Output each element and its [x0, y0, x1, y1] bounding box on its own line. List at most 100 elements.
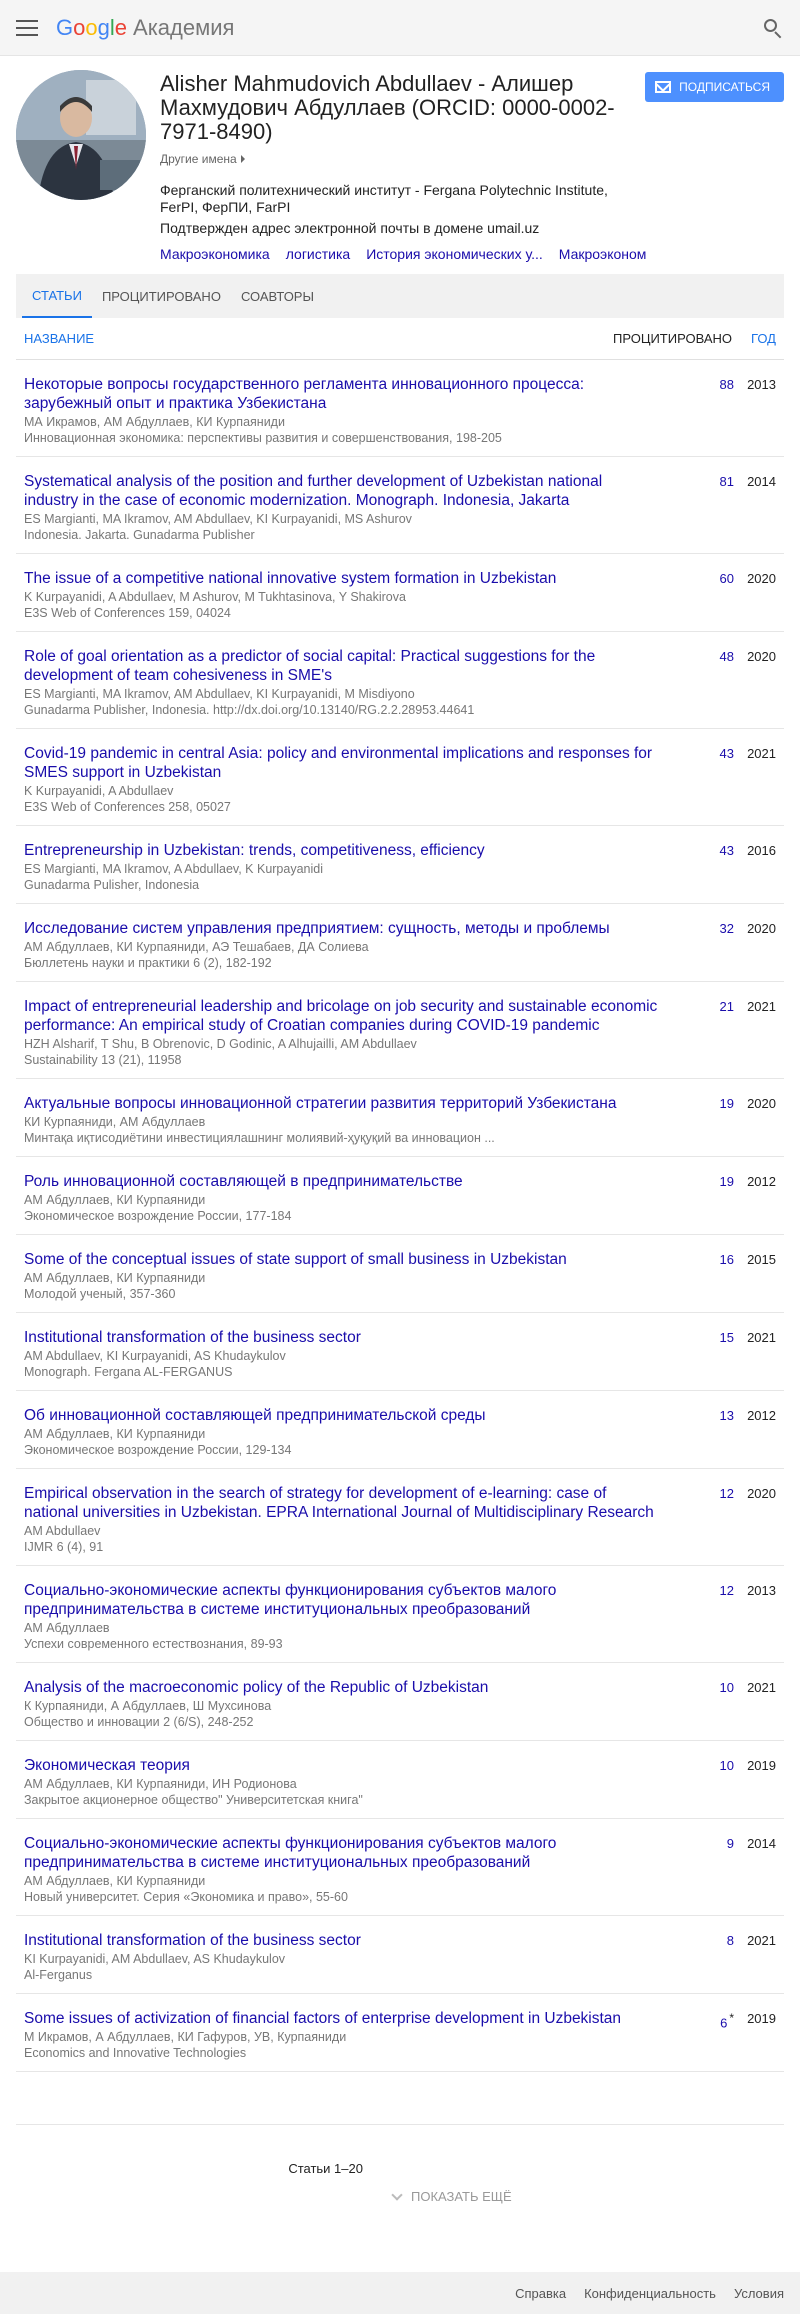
research-interests: Макроэкономика логистика История экономи… [160, 246, 646, 262]
tab-coauthors[interactable]: СОАВТОРЫ [231, 274, 324, 318]
interest-link[interactable]: История экономических у... [366, 246, 543, 262]
cited-by-link[interactable]: 19 [720, 1096, 734, 1111]
articles-table: НАЗВАНИЕ ПРОЦИТИРОВАНО ГОД Некоторые воп… [16, 318, 784, 2072]
article-title-link[interactable]: Some issues of activization of financial… [24, 2009, 660, 2028]
interest-link[interactable]: Макроэконом [559, 246, 647, 262]
sort-by-title[interactable]: НАЗВАНИЕ [16, 331, 602, 346]
table-row: Некоторые вопросы государственного регла… [16, 360, 784, 457]
article-title-link[interactable]: Социально-экономические аспекты функцион… [24, 1834, 660, 1872]
cited-by-link[interactable]: 10 [720, 1680, 734, 1695]
article-cell: Covid-19 pandemic in central Asia: polic… [24, 744, 680, 815]
cited-by-link[interactable]: 81 [720, 474, 734, 489]
article-authors: ES Margianti, MA Ikramov, A Abdullaev, K… [24, 862, 323, 876]
subscribe-button[interactable]: ПОДПИСАТЬСЯ [645, 72, 784, 102]
interest-link[interactable]: Макроэкономика [160, 246, 270, 262]
article-title-link[interactable]: Об инновационной составляющей предприним… [24, 1406, 660, 1425]
table-row: The issue of a competitive national inno… [16, 554, 784, 632]
article-title-link[interactable]: Systematical analysis of the position an… [24, 472, 660, 510]
article-title-link[interactable]: Covid-19 pandemic in central Asia: polic… [24, 744, 660, 782]
menu-icon[interactable] [16, 19, 38, 36]
article-authors: КИ Курпаяниди, АМ Абдуллаев [24, 1115, 206, 1129]
article-title-link[interactable]: Some of the conceptual issues of state s… [24, 1250, 660, 1269]
table-row: Impact of entrepreneurial leadership and… [16, 982, 784, 1079]
cited-by-link[interactable]: 32 [720, 921, 734, 936]
table-row: Systematical analysis of the position an… [16, 457, 784, 554]
cited-by-link[interactable]: 8 [727, 1933, 734, 1948]
article-venue: Новый университет. Серия «Экономика и пр… [24, 1890, 348, 1904]
year-cell: 2020 [747, 649, 776, 664]
article-title-link[interactable]: Institutional transformation of the busi… [24, 1931, 660, 1950]
article-title-link[interactable]: Empirical observation in the search of s… [24, 1484, 660, 1522]
article-cell: Актуальные вопросы инновационной стратег… [24, 1094, 680, 1146]
tab-articles[interactable]: СТАТЬИ [22, 274, 92, 318]
cited-by-link[interactable]: 10 [720, 1758, 734, 1773]
article-venue: Gunadarma Pulisher, Indonesia [24, 878, 200, 892]
year-cell: 2014 [747, 1836, 776, 1851]
article-venue: Успехи современного естествознания, 89-9… [24, 1637, 283, 1651]
sort-by-cited[interactable]: ПРОЦИТИРОВАНО [602, 331, 732, 346]
scholar-logo[interactable]: Google Академия [56, 15, 234, 41]
footer-help-link[interactable]: Справка [515, 2286, 566, 2301]
cited-by-link[interactable]: 88 [720, 377, 734, 392]
article-title-link[interactable]: Экономическая теория [24, 1756, 660, 1775]
article-title-link[interactable]: Социально-экономические аспекты функцион… [24, 1581, 660, 1619]
cited-by-link[interactable]: 19 [720, 1174, 734, 1189]
year-cell: 2021 [747, 746, 776, 761]
cited-by-link[interactable]: 60 [720, 571, 734, 586]
article-title-link[interactable]: Актуальные вопросы инновационной стратег… [24, 1094, 660, 1113]
footer-terms-link[interactable]: Условия [734, 2286, 784, 2301]
cited-by-cell: 19 [680, 1172, 734, 1224]
cited-by-link[interactable]: 15 [720, 1330, 734, 1345]
cited-by-link[interactable]: 16 [720, 1252, 734, 1267]
year-cell: 2016 [747, 843, 776, 858]
table-row: Empirical observation in the search of s… [16, 1469, 784, 1566]
show-more-button[interactable]: ПОКАЗАТЬ ЕЩЁ [391, 2161, 512, 2232]
article-authors: AM Abdullaev, KI Kurpayanidi, AS Khudayk… [24, 1349, 286, 1363]
article-title-link[interactable]: Analysis of the macroeconomic policy of … [24, 1678, 660, 1697]
cited-by-link[interactable]: 12 [720, 1486, 734, 1501]
sort-by-year[interactable]: ГОД [732, 331, 784, 346]
article-title-link[interactable]: Роль инновационной составляющей в предпр… [24, 1172, 660, 1191]
article-title-link[interactable]: Institutional transformation of the busi… [24, 1328, 660, 1347]
article-title-link[interactable]: Исследование систем управления предприят… [24, 919, 660, 938]
cited-by-cell: 12 [680, 1484, 734, 1555]
table-row: Социально-экономические аспекты функцион… [16, 1819, 784, 1916]
pagination: Статьи 1–20 ПОКАЗАТЬ ЕЩЁ [16, 2124, 784, 2232]
cited-by-link[interactable]: 21 [720, 999, 734, 1014]
article-venue: Gunadarma Publisher, Indonesia. http://d… [24, 703, 475, 717]
article-title-link[interactable]: Некоторые вопросы государственного регла… [24, 375, 660, 413]
cited-by-link[interactable]: 9 [727, 1836, 734, 1851]
cited-by-link[interactable]: 12 [720, 1583, 734, 1598]
article-title-link[interactable]: The issue of a competitive national inno… [24, 569, 660, 588]
other-names-link[interactable]: Другие имена [160, 152, 245, 166]
cited-by-cell: 12 [680, 1581, 734, 1652]
cited-by-link[interactable]: 48 [720, 649, 734, 664]
table-body: Некоторые вопросы государственного регла… [16, 360, 784, 2072]
article-cell: Some of the conceptual issues of state s… [24, 1250, 680, 1302]
cited-by-link[interactable]: 6 [720, 2015, 727, 2030]
cited-by-link[interactable]: 13 [720, 1408, 734, 1423]
table-row: Covid-19 pandemic in central Asia: polic… [16, 729, 784, 826]
article-cell: Исследование систем управления предприят… [24, 919, 680, 971]
article-cell: Institutional transformation of the busi… [24, 1931, 680, 1983]
logo-letter: o [73, 14, 86, 40]
footer-privacy-link[interactable]: Конфиденциальность [584, 2286, 716, 2301]
article-title-link[interactable]: Impact of entrepreneurial leadership and… [24, 997, 660, 1035]
year-cell: 2019 [747, 2011, 776, 2026]
year-cell: 2015 [747, 1252, 776, 1267]
search-icon[interactable] [762, 17, 784, 39]
article-title-link[interactable]: Entrepreneurship in Uzbekistan: trends, … [24, 841, 660, 860]
article-venue: Бюллетень науки и практики 6 (2), 182-19… [24, 956, 272, 970]
article-venue: Общество и инновации 2 (6/S), 248-252 [24, 1715, 254, 1729]
table-header: НАЗВАНИЕ ПРОЦИТИРОВАНО ГОД [16, 318, 784, 360]
article-title-link[interactable]: Role of goal orientation as a predictor … [24, 647, 660, 685]
article-cell: Entrepreneurship in Uzbekistan: trends, … [24, 841, 680, 893]
article-cell: Об инновационной составляющей предприним… [24, 1406, 680, 1458]
interest-link[interactable]: логистика [286, 246, 351, 262]
tab-cited-by[interactable]: ПРОЦИТИРОВАНО [92, 274, 231, 318]
profile-name: Alisher Mahmudovich Abdullaev - Алишер М… [160, 71, 615, 144]
cited-by-cell: 16 [680, 1250, 734, 1302]
table-row: Institutional transformation of the busi… [16, 1313, 784, 1391]
cited-by-link[interactable]: 43 [720, 746, 734, 761]
cited-by-link[interactable]: 43 [720, 843, 734, 858]
